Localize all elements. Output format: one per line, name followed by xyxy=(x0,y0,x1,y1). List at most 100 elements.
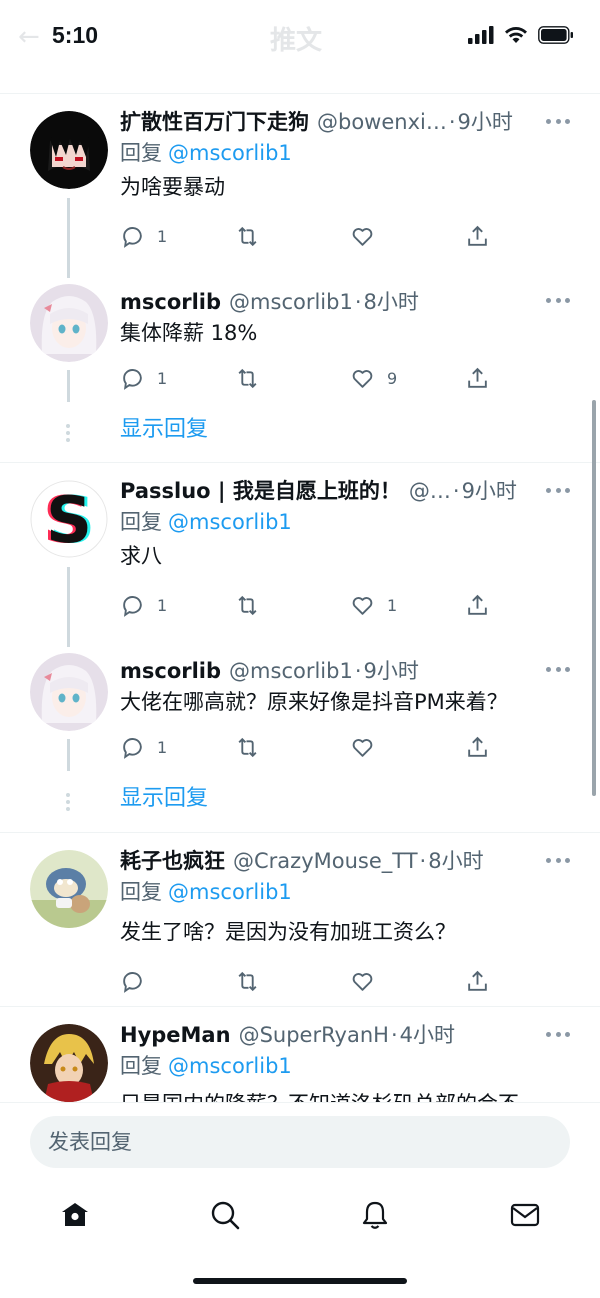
tab-notifications[interactable] xyxy=(359,1199,391,1235)
reply-to-mention[interactable]: @mscorlib1 xyxy=(168,510,292,534)
conversation-group: 耗子也疯狂 @CrazyMouse_TT · 8小时 回复 @mscorlib1 … xyxy=(0,833,600,1007)
timestamp[interactable]: 9小时 xyxy=(462,475,517,505)
reply-to-mention[interactable]: @mscorlib1 xyxy=(168,880,292,904)
reply-button[interactable]: 1 xyxy=(120,224,235,249)
reply-count: 1 xyxy=(157,226,168,246)
author-name[interactable]: 扩散性百万门下走狗 xyxy=(120,106,309,136)
more-options-icon[interactable] xyxy=(546,119,570,125)
timestamp[interactable]: 8小时 xyxy=(428,845,483,875)
reply-icon xyxy=(123,971,142,993)
like-button[interactable] xyxy=(350,224,465,249)
author-name[interactable]: mscorlib xyxy=(120,659,221,683)
share-button[interactable] xyxy=(465,224,580,249)
tweet-actions xyxy=(120,961,580,1001)
author-name[interactable]: Passluo | 我是自愿上班的！ xyxy=(120,475,401,505)
reply-input[interactable]: 发表回复 xyxy=(30,1116,570,1168)
more-options-icon[interactable] xyxy=(546,298,570,304)
author-handle[interactable]: @… xyxy=(409,479,451,503)
tab-messages[interactable] xyxy=(509,1199,541,1235)
tweet-actions: 1 9 xyxy=(120,358,580,398)
reply-button[interactable]: 1 xyxy=(120,366,235,391)
cellular-signal-icon xyxy=(468,26,494,44)
share-button[interactable] xyxy=(465,593,580,618)
like-button[interactable] xyxy=(350,969,465,994)
author-handle[interactable]: @bowenxi… xyxy=(317,110,447,134)
author-name[interactable]: 耗子也疯狂 xyxy=(120,845,225,875)
reply-icon xyxy=(123,595,142,617)
reply-to-mention[interactable]: @mscorlib1 xyxy=(168,141,292,165)
timestamp[interactable]: 9小时 xyxy=(458,106,513,136)
reply-tweet[interactable]: mscorlib @mscorlib1 · 8小时 集体降薪 18% 1 9 xyxy=(0,270,600,398)
reply-tweet[interactable]: Passluo | 我是自愿上班的！ @… · 9小时 回复 @mscorlib1… xyxy=(0,463,600,625)
scrollbar[interactable] xyxy=(592,400,596,796)
reply-context: 回复 @mscorlib1 xyxy=(120,136,580,170)
tweet-text: 集体降薪 18% xyxy=(120,321,258,345)
show-replies-link[interactable]: 显示回复 xyxy=(0,769,600,829)
timestamp[interactable]: 4小时 xyxy=(400,1019,455,1049)
retweet-button[interactable] xyxy=(235,366,350,391)
thread-connector xyxy=(67,370,70,402)
reply-tweet[interactable]: 耗子也疯狂 @CrazyMouse_TT · 8小时 回复 @mscorlib1 … xyxy=(0,833,600,1001)
share-icon xyxy=(468,225,487,246)
share-button[interactable] xyxy=(465,969,580,994)
header-title: 推文 xyxy=(270,26,323,56)
author-name[interactable]: mscorlib xyxy=(120,290,221,314)
like-count: 1 xyxy=(387,595,398,615)
more-options-icon[interactable] xyxy=(546,858,570,864)
author-handle[interactable]: @mscorlib1 xyxy=(229,290,353,314)
author-handle[interactable]: @CrazyMouse_TT xyxy=(233,849,418,873)
tab-home[interactable] xyxy=(59,1199,91,1235)
retweet-button[interactable] xyxy=(235,224,350,249)
tab-search[interactable] xyxy=(209,1199,241,1235)
reply-to-label: 回复 xyxy=(120,1054,162,1078)
tweet-text: 求八 xyxy=(120,544,162,568)
retweet-icon xyxy=(238,226,257,246)
reply-tweet[interactable]: mscorlib @mscorlib1 · 9小时 大佬在哪高就？原来好像是抖音… xyxy=(0,639,600,767)
reply-button[interactable]: 1 xyxy=(120,593,235,618)
more-options-icon[interactable] xyxy=(546,488,570,494)
reply-context: 回复 @mscorlib1 xyxy=(120,505,580,539)
reply-button[interactable]: 1 xyxy=(120,735,235,760)
home-icon xyxy=(62,1203,88,1226)
show-replies-link[interactable]: 显示回复 xyxy=(0,400,600,460)
timestamp[interactable]: 8小时 xyxy=(364,286,419,316)
share-button[interactable] xyxy=(465,366,580,391)
wifi-icon xyxy=(505,27,527,43)
reply-count: 1 xyxy=(157,737,168,757)
author-handle[interactable]: @mscorlib1 xyxy=(229,659,353,683)
separator-dot: · xyxy=(452,479,460,503)
retweet-button[interactable] xyxy=(235,735,350,760)
reply-to-label: 回复 xyxy=(120,510,162,534)
heart-icon xyxy=(352,227,373,246)
reply-thread[interactable]: 扩散性百万门下走狗 @bowenxi… · 9小时 回复 @mscorlib1 为… xyxy=(0,94,600,1102)
thread-connector xyxy=(67,739,70,771)
reply-tweet[interactable]: HypeMan @SuperRyanH · 4小时 回复@mscorlib1 只… xyxy=(0,1007,600,1102)
home-indicator xyxy=(193,1278,407,1284)
battery-icon xyxy=(538,26,573,44)
conversation-group: S S S Passluo | 我是自愿上班的！ @… · 9小时 回复 @msc… xyxy=(0,463,600,833)
like-button[interactable]: 1 xyxy=(350,593,465,618)
reply-to-mention[interactable]: @mscorlib1 xyxy=(168,1054,292,1078)
author-handle[interactable]: @SuperRyanH xyxy=(239,1023,389,1047)
conversation-group: 扩散性百万门下走狗 @bowenxi… · 9小时 回复 @mscorlib1 为… xyxy=(0,94,600,463)
retweet-button[interactable] xyxy=(235,969,350,994)
bottom-tab-bar xyxy=(0,1182,600,1252)
reply-count: 1 xyxy=(157,368,168,388)
author-name[interactable]: HypeMan xyxy=(120,1023,231,1047)
separator-dot: · xyxy=(354,659,362,683)
share-button[interactable] xyxy=(465,735,580,760)
tweet-actions: 1 xyxy=(120,216,580,256)
reply-tweet[interactable]: 扩散性百万门下走狗 @bowenxi… · 9小时 回复 @mscorlib1 为… xyxy=(0,94,600,256)
status-time: 5:10 xyxy=(52,22,99,48)
reply-to-label: 回复 xyxy=(120,141,162,165)
like-button[interactable] xyxy=(350,735,465,760)
heart-icon xyxy=(352,738,373,757)
back-arrow-icon[interactable]: ← xyxy=(18,22,40,52)
more-options-icon[interactable] xyxy=(546,667,570,673)
timestamp[interactable]: 9小时 xyxy=(364,655,419,685)
more-options-icon[interactable] xyxy=(546,1032,570,1038)
mail-icon xyxy=(510,1203,540,1227)
retweet-button[interactable] xyxy=(235,593,350,618)
reply-button[interactable] xyxy=(120,969,235,994)
like-button[interactable]: 9 xyxy=(350,366,465,391)
